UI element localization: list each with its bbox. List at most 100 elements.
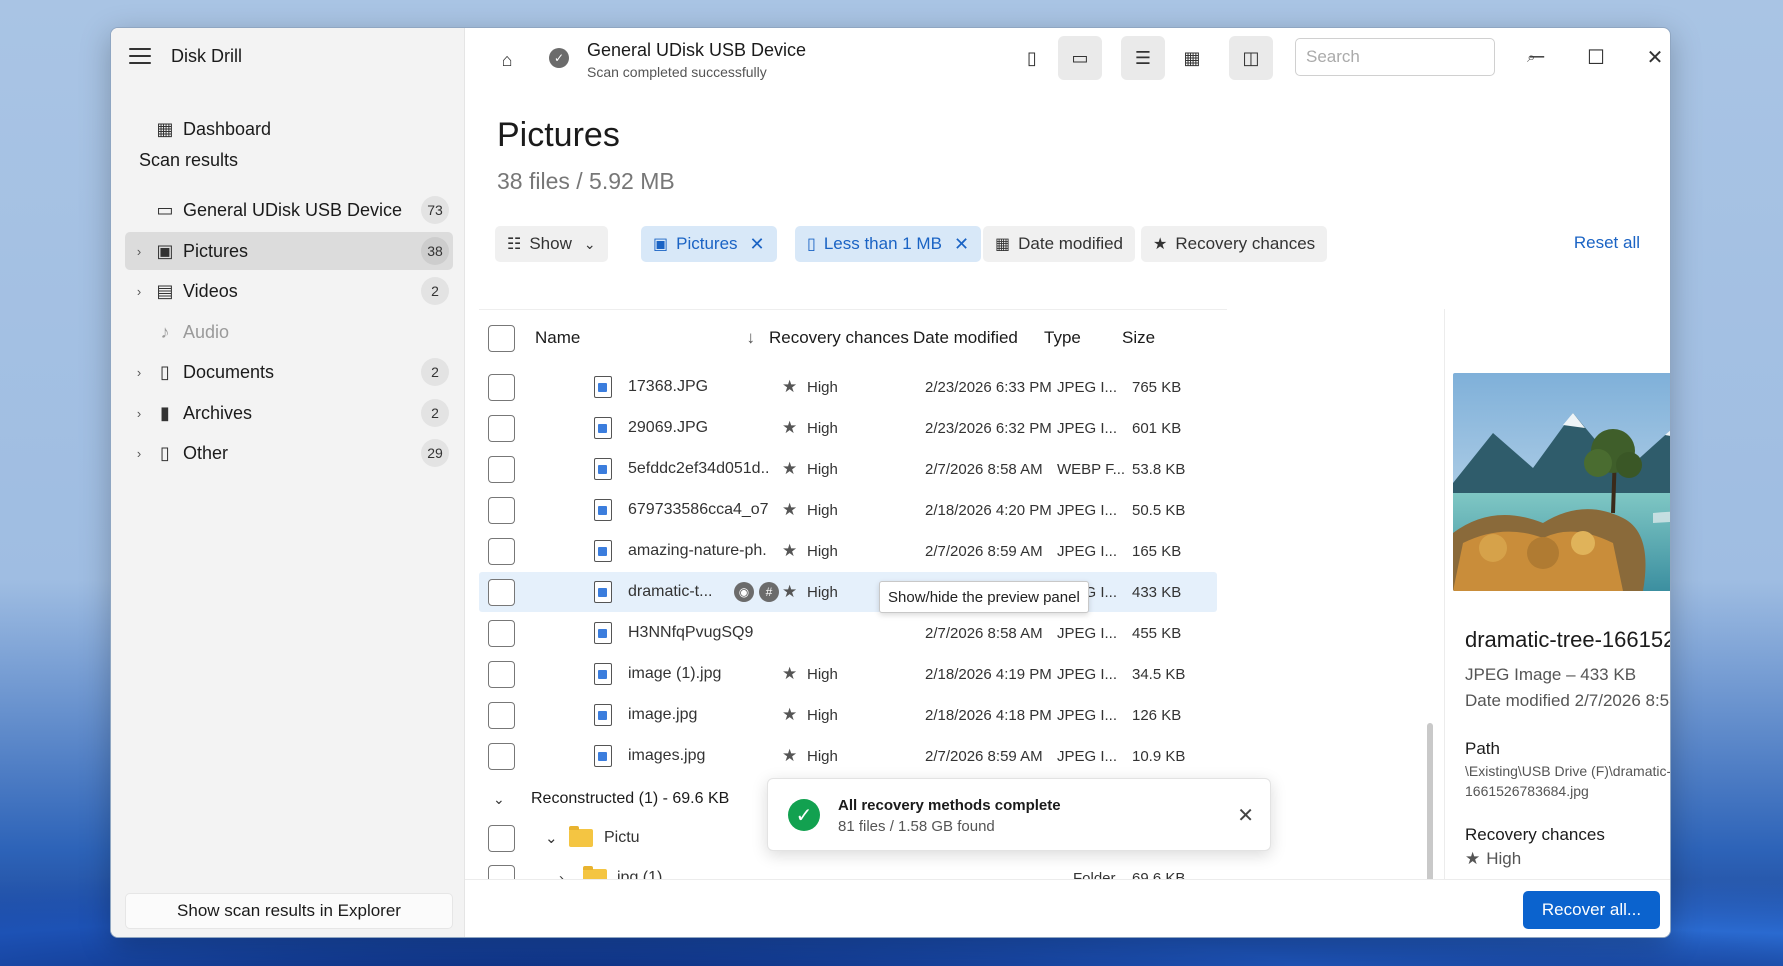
table-row[interactable]: 679733586cca4_o7j... ★ High 2/18/2026 4:…	[479, 490, 1217, 530]
chevron-down-icon[interactable]: ⌄	[493, 779, 505, 819]
table-row-selected[interactable]: dramatic-t... ◉ # ★ High 2/7/2026 8:58 A…	[479, 572, 1217, 612]
image-file-icon	[594, 704, 612, 726]
name-column-header[interactable]: Name ↓	[535, 310, 755, 366]
image-file-icon	[594, 499, 612, 521]
star-icon: ★	[782, 500, 798, 519]
row-checkbox[interactable]	[488, 619, 515, 647]
close-toast-icon[interactable]: ✕	[1237, 803, 1254, 828]
row-checkbox[interactable]	[488, 414, 515, 442]
image-file-icon	[594, 622, 612, 644]
image-file-icon	[594, 376, 612, 398]
maximize-icon[interactable]: ☐	[1576, 42, 1616, 72]
preview-panel-toggle-icon[interactable]: ◫	[1229, 36, 1273, 80]
row-checkbox[interactable]	[488, 537, 515, 565]
count-badge: 29	[421, 439, 449, 467]
recovery-filter-button[interactable]: ★ Recovery chances	[1141, 226, 1328, 262]
list-scrollbar[interactable]	[1427, 723, 1433, 898]
image-file-icon	[594, 417, 612, 439]
device-title: General UDisk USB Device	[587, 40, 807, 60]
recover-all-button[interactable]: Recover all...	[1523, 891, 1660, 929]
sidebar-item-documents[interactable]: › ▯ Documents 2	[125, 353, 453, 391]
folder-view-icon[interactable]: ▭	[1058, 36, 1102, 80]
date-column-header[interactable]: Date modified	[913, 310, 1018, 366]
star-icon: ★	[782, 459, 798, 478]
row-checkbox[interactable]	[488, 496, 515, 524]
image-file-icon	[594, 540, 612, 562]
search-input[interactable]	[1306, 47, 1527, 67]
chevron-right-icon[interactable]: ›	[131, 446, 147, 461]
row-checkbox[interactable]	[488, 701, 515, 729]
chevron-right-icon[interactable]: ›	[131, 244, 147, 259]
table-row[interactable]: image (1).jpg ★ High 2/18/2026 4:19 PM J…	[479, 654, 1217, 694]
minimize-icon[interactable]: ─	[1517, 42, 1557, 72]
file-view-icon[interactable]: ▯	[1010, 36, 1054, 80]
table-row[interactable]: image.jpg ★ High 2/18/2026 4:18 PM JPEG …	[479, 695, 1217, 735]
star-icon: ★	[782, 705, 798, 724]
page-subtitle: 38 files / 5.92 MB	[497, 168, 675, 194]
scan-results-heading: Scan results	[139, 150, 239, 170]
sidebar-item-archives[interactable]: › ▮ Archives 2	[125, 394, 453, 432]
table-row[interactable]: images.jpg ★ High 2/7/2026 8:59 AM JPEG …	[479, 736, 1217, 776]
row-checkbox[interactable]	[488, 660, 515, 688]
chevron-right-icon[interactable]: ›	[131, 365, 147, 380]
preview-path: \Existing\USB Drive (F)\dramatic-tree-16…	[1465, 763, 1671, 799]
reset-all-link[interactable]: Reset all	[1574, 233, 1640, 253]
sidebar-item-dashboard[interactable]: ▦ Dashboard	[125, 110, 453, 148]
chevron-right-icon[interactable]: ›	[131, 406, 147, 421]
size-filter-chip[interactable]: ▯ Less than 1 MB ✕	[795, 226, 982, 262]
sort-down-icon: ↓	[746, 328, 756, 347]
preview-recovery-label: Recovery chances	[1465, 825, 1605, 844]
page-title: Pictures	[497, 116, 620, 154]
remove-filter-icon[interactable]: ✕	[750, 234, 765, 255]
grid-view-icon[interactable]: ▦	[1170, 36, 1214, 80]
table-row[interactable]: H3NNfqPvugSQ9 2/7/2026 8:58 AM JPEG I...…	[479, 613, 1217, 653]
row-checkbox[interactable]	[488, 373, 515, 401]
chevron-down-icon[interactable]: ⌄	[545, 818, 558, 858]
preview-type-size: JPEG Image – 433 KB	[1465, 665, 1637, 684]
star-icon: ★	[782, 541, 798, 560]
sliders-icon: ☷	[507, 236, 522, 253]
row-checkbox[interactable]	[488, 742, 515, 770]
row-checkbox[interactable]	[488, 824, 515, 852]
star-icon: ★	[782, 418, 798, 437]
table-row[interactable]: 5efddc2ef34d051d... ★ High 2/7/2026 8:58…	[479, 449, 1217, 489]
recovery-column-header[interactable]: Recovery chances	[769, 310, 909, 366]
preview-path-label: Path	[1465, 739, 1500, 758]
chevron-right-icon[interactable]: ›	[131, 284, 147, 299]
calendar-icon: ▦	[995, 236, 1011, 253]
preview-image	[1453, 373, 1670, 591]
sidebar-item-audio: ♪ Audio	[125, 313, 453, 351]
remove-filter-icon[interactable]: ✕	[954, 234, 969, 255]
count-badge: 2	[421, 399, 449, 427]
size-column-header[interactable]: Size	[1122, 310, 1155, 366]
table-row[interactable]: 29069.JPG ★ High 2/23/2026 6:32 PM JPEG …	[479, 408, 1217, 448]
close-icon[interactable]: ✕	[1635, 42, 1670, 72]
pictures-filter-chip[interactable]: ▣ Pictures ✕	[641, 226, 777, 262]
star-icon: ★	[782, 664, 798, 683]
table-row[interactable]: 17368.JPG ★ High 2/23/2026 6:33 PM JPEG …	[479, 367, 1217, 407]
sidebar-item-device[interactable]: ▭ General UDisk USB Device 73	[125, 191, 453, 229]
hash-icon[interactable]: #	[759, 582, 779, 602]
date-filter-button[interactable]: ▦ Date modified	[983, 226, 1136, 262]
table-row[interactable]: amazing-nature-ph... ★ High 2/7/2026 8:5…	[479, 531, 1217, 571]
grid-icon: ▦	[156, 118, 174, 139]
sidebar-item-other[interactable]: › ▯ Other 29	[125, 434, 453, 472]
row-checkbox[interactable]	[488, 578, 515, 606]
sidebar-item-videos[interactable]: › ▤ Videos 2	[125, 272, 453, 310]
show-filter-button[interactable]: ☷ Show ⌄	[495, 226, 608, 262]
sidebar-item-pictures[interactable]: › ▣ Pictures 38	[125, 232, 453, 270]
select-all-checkbox[interactable]	[488, 324, 515, 352]
toast-detail: 81 files / 1.58 GB found	[838, 818, 995, 835]
chevron-down-icon: ⌄	[583, 235, 596, 252]
hamburger-menu-icon[interactable]	[129, 48, 151, 64]
type-column-header[interactable]: Type	[1044, 310, 1081, 366]
row-checkbox[interactable]	[488, 455, 515, 483]
scan-complete-icon: ✓	[549, 48, 569, 68]
show-in-explorer-button[interactable]: Show scan results in Explorer	[125, 893, 453, 929]
count-badge: 2	[421, 277, 449, 305]
scan-status: Scan completed successfully	[587, 64, 767, 80]
preview-eye-icon[interactable]: ◉	[734, 582, 754, 602]
home-icon[interactable]: ⌂	[485, 38, 529, 82]
list-view-icon[interactable]: ☰	[1121, 36, 1165, 80]
filter-bar: ☷ Show ⌄ ▣ Pictures ✕ ▯ Less than 1 MB ✕…	[495, 226, 1640, 264]
